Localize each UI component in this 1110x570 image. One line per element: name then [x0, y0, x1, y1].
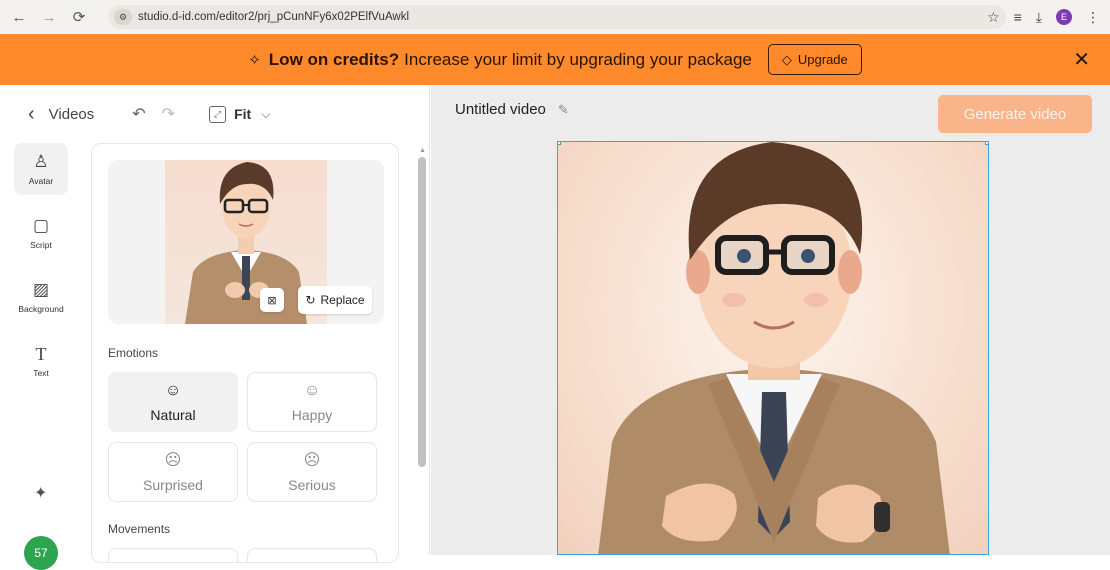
- movement-option[interactable]: [108, 548, 238, 562]
- movement-option[interactable]: [247, 548, 377, 562]
- side-nav-script[interactable]: ▢ Script: [14, 207, 68, 259]
- side-nav-label: Background: [18, 304, 64, 314]
- emotion-label: Natural: [150, 407, 196, 423]
- profile-avatar[interactable]: E: [1056, 9, 1072, 25]
- banner-text: Increase your limit by upgrading your pa…: [404, 49, 752, 69]
- text-icon: T: [35, 344, 47, 364]
- sparkle-icon: ✧: [248, 51, 261, 69]
- avatar-settings-card: ⊠ ↻ Replace Emotions ☺ Natural ☺ Happy ☹…: [91, 143, 399, 563]
- redo-icon[interactable]: ↷: [162, 104, 175, 124]
- resize-handle[interactable]: [985, 142, 988, 145]
- emotion-happy[interactable]: ☺ Happy: [247, 372, 377, 432]
- hatch-icon: ▨: [32, 280, 50, 299]
- close-icon[interactable]: ✕: [1073, 47, 1090, 72]
- chat-icon: ▢: [32, 216, 50, 235]
- emotion-label: Serious: [288, 477, 336, 493]
- low-credits-banner: ✧ Low on credits? Increase your limit by…: [0, 34, 1110, 85]
- editor-toolbar: ‹ Videos ↶ ↷ ⤢ Fit ⌵: [0, 85, 430, 143]
- person-icon: ♙: [33, 152, 49, 171]
- side-nav-label: Avatar: [28, 176, 54, 186]
- avatar-preview: ⊠ ↻ Replace: [108, 160, 384, 324]
- back-to-videos-link[interactable]: Videos: [49, 106, 95, 123]
- url-text: studio.d-id.com/editor2/prj_pCunNFy6x02P…: [138, 11, 410, 23]
- download-icon[interactable]: ⤓: [1036, 9, 1042, 26]
- remove-background-button[interactable]: ⊠: [260, 288, 284, 312]
- replace-label: Replace: [320, 293, 365, 307]
- presenter-illustration: [598, 142, 950, 554]
- resize-handle[interactable]: [558, 142, 561, 145]
- side-nav-label: Text: [33, 368, 49, 378]
- emotion-label: Happy: [291, 407, 333, 423]
- reload-icon[interactable]: ⟳: [68, 6, 90, 28]
- banner-bold-text: Low on credits?: [268, 49, 400, 69]
- emotion-surprised[interactable]: ☹ Surprised: [108, 442, 238, 502]
- zoom-select[interactable]: Fit: [234, 106, 251, 122]
- neutral-face-icon: ☺: [164, 382, 182, 399]
- diamond-icon: ◇: [781, 51, 792, 67]
- surprised-face-icon: ☹: [164, 452, 182, 469]
- side-nav-label: Script: [30, 240, 52, 250]
- scroll-up-icon[interactable]: ▲: [419, 147, 426, 154]
- upgrade-label: Upgrade: [797, 52, 848, 67]
- edit-pencil-icon[interactable]: ✎: [558, 102, 569, 118]
- reading-list-icon[interactable]: ≡: [1014, 9, 1022, 25]
- back-arrow-icon[interactable]: ←: [8, 6, 30, 28]
- credits-badge[interactable]: 57: [24, 536, 58, 570]
- upgrade-button[interactable]: ◇ Upgrade: [767, 44, 862, 75]
- happy-face-icon: ☺: [303, 382, 321, 399]
- browser-actions: ☆ ≡ ⤓ E ⋮: [987, 0, 1110, 34]
- browser-toolbar: ← → ⟳ ⚙ studio.d-id.com/editor2/prj_pCun…: [0, 0, 1110, 34]
- serious-face-icon: ☹: [303, 452, 321, 469]
- video-canvas[interactable]: [557, 141, 989, 555]
- replace-avatar-button[interactable]: ↻ Replace: [298, 286, 372, 314]
- side-nav-avatar[interactable]: ♙ Avatar: [14, 143, 68, 195]
- movements-heading: Movements: [108, 522, 171, 536]
- video-stage: Untitled video ✎ Generate video: [431, 85, 1110, 555]
- side-nav-text[interactable]: T Text: [14, 335, 68, 387]
- side-nav: ♙ Avatar ▢ Script ▨ Background T Text ✦ …: [0, 143, 84, 570]
- chevron-down-icon[interactable]: ⌵: [261, 107, 270, 122]
- emotion-label: Surprised: [143, 477, 203, 493]
- bookmark-star-icon[interactable]: ☆: [987, 9, 1000, 26]
- generate-video-button[interactable]: Generate video: [938, 95, 1092, 133]
- refresh-icon: ↻: [305, 293, 316, 307]
- celebration-icon[interactable]: ✦: [34, 483, 47, 503]
- forward-arrow-icon[interactable]: →: [38, 6, 60, 28]
- chevron-left-icon[interactable]: ‹: [28, 103, 35, 126]
- site-settings-icon[interactable]: ⚙: [114, 9, 132, 25]
- video-title[interactable]: Untitled video: [455, 101, 546, 118]
- emotion-natural[interactable]: ☺ Natural: [108, 372, 238, 432]
- undo-icon[interactable]: ↶: [132, 104, 145, 124]
- side-nav-background[interactable]: ▨ Background: [14, 271, 68, 323]
- emotions-heading: Emotions: [108, 346, 159, 360]
- fit-screen-icon[interactable]: ⤢: [209, 105, 227, 123]
- emotion-serious[interactable]: ☹ Serious: [247, 442, 377, 502]
- video-title-group: Untitled video ✎: [455, 101, 569, 118]
- address-bar[interactable]: ⚙ studio.d-id.com/editor2/prj_pCunNFy6x0…: [108, 5, 1006, 29]
- panel-scrollbar[interactable]: ▲: [417, 143, 427, 555]
- scrollbar-thumb[interactable]: [418, 157, 426, 467]
- editor-panel: ‹ Videos ↶ ↷ ⤢ Fit ⌵ ♙ Avatar ▢ Script ▨…: [0, 85, 430, 570]
- browser-menu-icon[interactable]: ⋮: [1086, 9, 1100, 26]
